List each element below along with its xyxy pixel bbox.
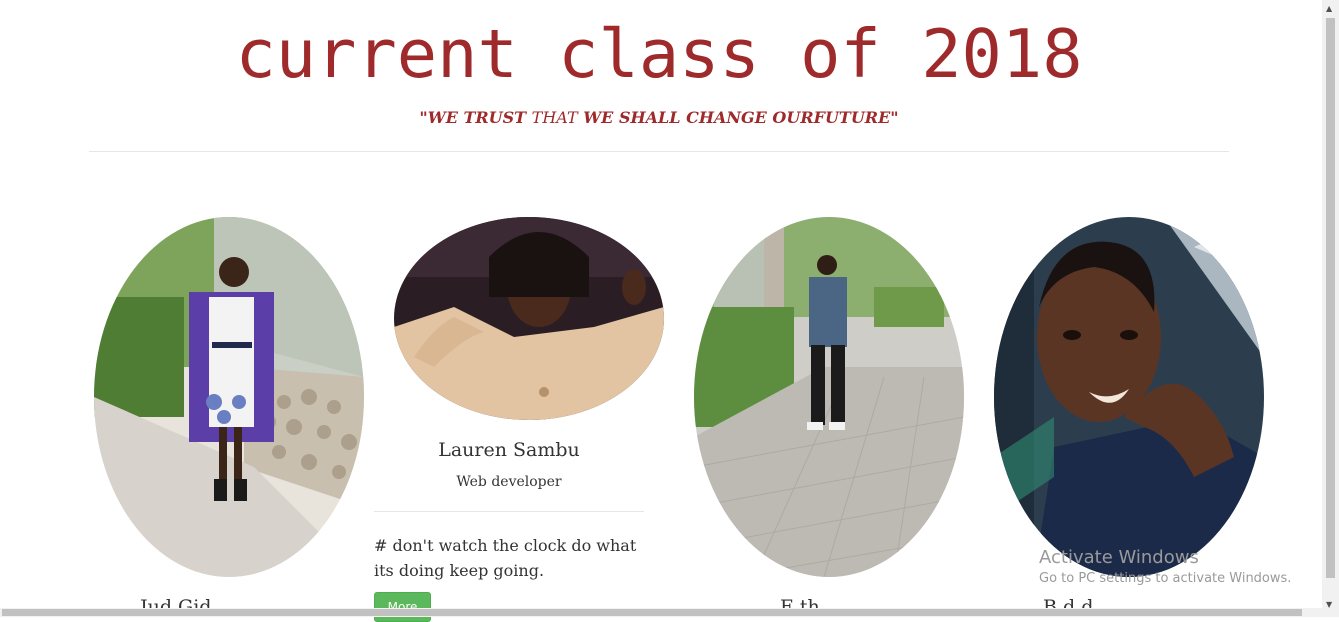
tagline-part-2: THAT xyxy=(531,108,578,127)
header-divider xyxy=(89,151,1229,152)
member-photo-4 xyxy=(994,217,1264,577)
horizontal-scroll-thumb[interactable] xyxy=(2,609,1302,616)
member-role: Web developer xyxy=(456,474,562,490)
watermark-subtitle: Go to PC settings to activate Windows. xyxy=(1039,571,1292,586)
scroll-down-arrow-icon[interactable]: ▼ xyxy=(1326,600,1332,609)
member-photo-2 xyxy=(394,217,664,420)
member-quote: # don't watch the clock do what its doin… xyxy=(374,536,637,580)
activate-windows-watermark: Activate Windows Go to PC settings to ac… xyxy=(1039,546,1291,588)
tagline-part-3: WE SHALL CHANGE OURFUTURE" xyxy=(577,108,899,127)
member-name: Lauren Sambu xyxy=(438,439,580,461)
tagline: "WE TRUST THAT WE SHALL CHANGE OURFUTURE… xyxy=(0,108,1318,127)
vertical-scroll-thumb[interactable] xyxy=(1326,18,1335,578)
vertical-scrollbar[interactable]: ▲ ▼ xyxy=(1322,0,1339,617)
more-button[interactable]: More xyxy=(374,592,431,622)
tagline-part-1: "WE TRUST xyxy=(419,108,532,127)
page-title: current class of 2018 xyxy=(235,15,1083,93)
scroll-up-arrow-icon[interactable]: ▲ xyxy=(1326,4,1332,13)
horizontal-scrollbar[interactable] xyxy=(0,608,1322,617)
member-photo-3 xyxy=(694,217,964,577)
card-divider xyxy=(374,511,644,512)
watermark-title: Activate Windows xyxy=(1039,547,1199,568)
member-photo-1 xyxy=(94,217,364,577)
